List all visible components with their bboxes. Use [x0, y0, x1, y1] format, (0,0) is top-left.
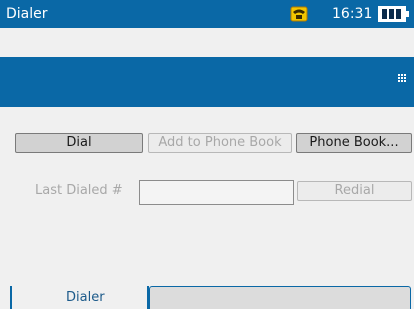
keypad-icon[interactable] [398, 74, 407, 83]
add-to-phone-book-button[interactable]: Add to Phone Book [148, 133, 292, 153]
last-dialed-label: Last Dialed # [35, 183, 123, 198]
last-dialed-field[interactable] [139, 180, 294, 205]
phone-icon [290, 6, 308, 22]
dial-button[interactable]: Dial [15, 133, 143, 153]
redial-button[interactable]: Redial [297, 181, 412, 201]
app-title: Dialer [6, 6, 48, 22]
title-bar: Dialer 16:31 [0, 0, 414, 28]
tab-inactive[interactable] [149, 286, 411, 309]
toolbar [0, 57, 414, 107]
phone-book-button[interactable]: Phone Book... [296, 133, 412, 153]
clock: 16:31 [332, 6, 373, 22]
tab-dialer[interactable]: Dialer [66, 290, 105, 306]
battery-icon [378, 6, 409, 22]
